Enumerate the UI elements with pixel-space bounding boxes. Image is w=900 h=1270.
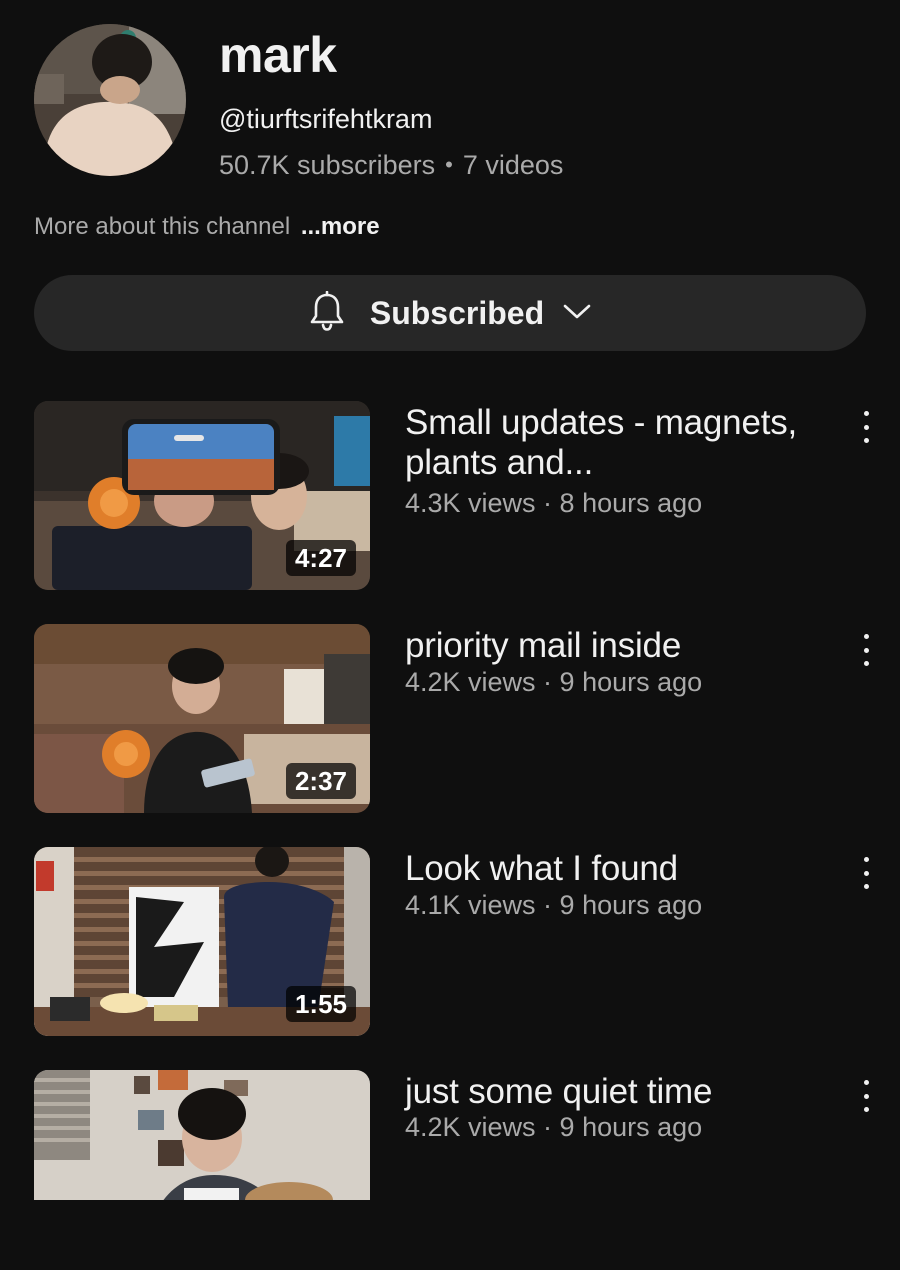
about-text: More about this channel <box>34 213 291 240</box>
channel-stats: 50.7K subscribers • 7 videos <box>219 148 563 182</box>
video-title[interactable]: priority mail inside <box>405 626 845 666</box>
video-item[interactable]: 2:37 priority mail inside 4.2K views · 9… <box>0 624 900 824</box>
more-options-icon[interactable] <box>852 409 880 445</box>
separator-dot: • <box>445 152 453 177</box>
channel-handle: @tiurftsrifehtkram <box>219 104 433 134</box>
video-thumbnail[interactable]: 4:27 <box>34 401 370 590</box>
channel-about[interactable]: More about this channel ...more <box>34 211 380 243</box>
video-duration: 2:37 <box>285 763 356 799</box>
video-meta: 4.2K views · 9 hours ago <box>405 667 703 697</box>
avatar-image <box>34 24 186 176</box>
video-duration: 4:27 <box>285 540 356 576</box>
video-title[interactable]: just some quiet time <box>405 1072 845 1112</box>
video-thumbnail[interactable] <box>34 1070 370 1200</box>
video-title[interactable]: Look what I found <box>405 849 845 889</box>
channel-name: mark <box>219 27 337 83</box>
subscribed-label: Subscribed <box>369 294 545 331</box>
video-thumbnail[interactable]: 2:37 <box>34 624 370 813</box>
subscribed-button[interactable]: Subscribed <box>34 275 866 351</box>
video-duration: 1:55 <box>285 986 356 1022</box>
thumbnail-image <box>34 1070 370 1200</box>
more-options-icon[interactable] <box>852 855 880 891</box>
video-item[interactable]: 1:55 Look what I found 4.1K views · 9 ho… <box>0 847 900 1047</box>
video-meta: 4.1K views · 9 hours ago <box>405 890 703 920</box>
channel-avatar[interactable] <box>34 24 186 176</box>
more-options-icon[interactable] <box>852 632 880 668</box>
video-thumbnail[interactable]: 1:55 <box>34 847 370 1036</box>
bell-icon <box>308 290 346 336</box>
video-item[interactable]: just some quiet time 4.2K views · 9 hour… <box>0 1070 900 1270</box>
video-meta: 4.2K views · 9 hours ago <box>405 1112 703 1142</box>
more-link[interactable]: ...more <box>301 213 380 240</box>
video-count: 7 videos <box>462 150 564 180</box>
video-item[interactable]: 4:27 Small updates - magnets, plants and… <box>0 401 900 601</box>
subscriber-count: 50.7K subscribers <box>219 150 436 180</box>
video-title[interactable]: Small updates - magnets, plants and... <box>405 403 845 483</box>
chevron-down-icon <box>562 301 592 326</box>
more-options-icon[interactable] <box>852 1078 880 1114</box>
video-meta: 4.3K views · 8 hours ago <box>405 488 703 518</box>
